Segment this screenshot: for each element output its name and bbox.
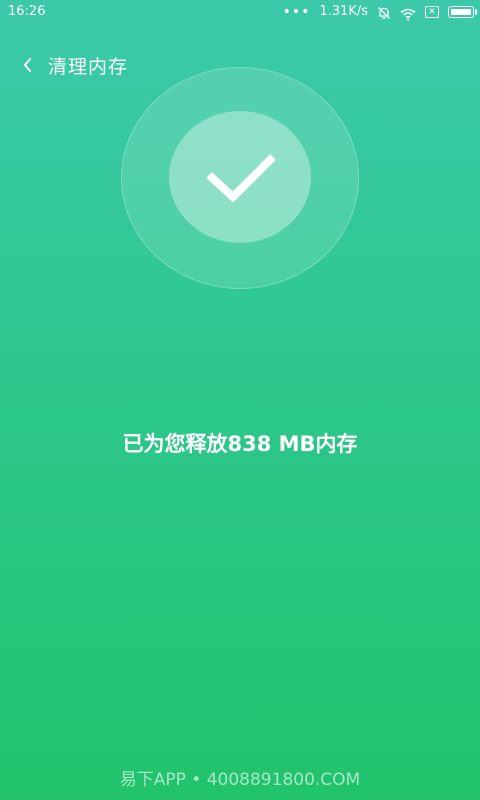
more-dots: •••: [282, 4, 311, 20]
page-title: 清理内存: [48, 55, 129, 78]
battery-level: [451, 9, 471, 15]
watermark-text: 易下APP • 4008891800.COM: [119, 770, 361, 790]
checkmark-icon: [206, 154, 276, 203]
battery-icon: [448, 6, 477, 18]
status-bar: 16:26 ••• 1.31K/s ✕: [0, 0, 480, 24]
status-icons: ••• 1.31K/s ✕: [282, 0, 477, 24]
network-speed: 1.31K/s: [319, 4, 368, 19]
result-message: 已为您释放838 MB内存: [122, 432, 358, 456]
sim-x-icon: ✕: [425, 6, 439, 18]
chevron-left-icon: [24, 58, 31, 72]
back-button[interactable]: [8, 45, 48, 85]
app-header: 清理内存: [0, 45, 128, 85]
status-time: 16:26: [8, 4, 46, 19]
notifications-off-icon: [377, 5, 391, 19]
wifi-icon: [400, 6, 416, 21]
success-visual: [121, 67, 359, 289]
